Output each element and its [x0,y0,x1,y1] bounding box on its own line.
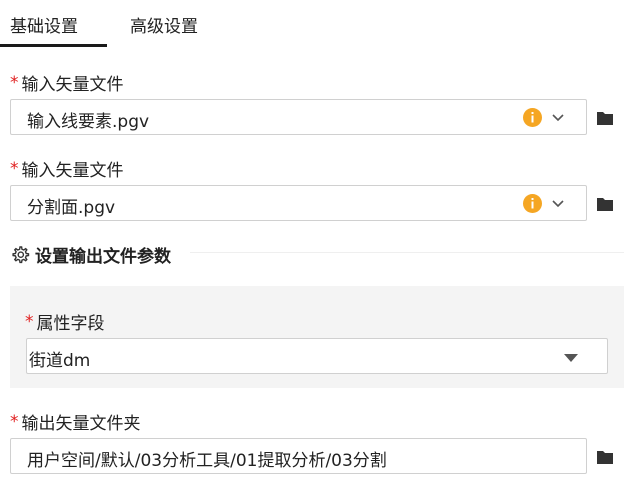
section-divider [190,252,624,253]
input-vector-1-label-text: 输入矢量文件 [21,75,124,95]
required-marker: * [10,411,19,432]
attribute-field-label-text: 属性字段 [36,314,105,334]
output-folder-input[interactable]: 用户空间/默认/03分析工具/01提取分析/03分割 [10,438,587,474]
tab-basic-settings[interactable]: 基础设置 [10,12,78,37]
input-vector-2-value: 分割面.pgv [27,198,116,218]
required-marker: * [25,311,34,332]
folder-icon[interactable] [596,110,614,126]
caret-down-icon[interactable] [564,354,578,362]
attribute-field-label: * 属性字段 [25,309,105,335]
folder-icon[interactable] [596,196,614,212]
folder-icon[interactable] [596,449,614,465]
tab-advanced-settings[interactable]: 高级设置 [130,12,198,37]
output-folder-value: 用户空间/默认/03分析工具/01提取分析/03分割 [27,451,387,471]
active-tab-indicator [0,44,107,47]
tab-bar: 基础设置 高级设置 [0,0,624,48]
section-output-params: 设置输出文件参数 [10,242,171,267]
chevron-down-icon[interactable] [551,111,565,125]
section-title-text: 设置输出文件参数 [35,247,171,267]
info-icon[interactable] [523,194,542,213]
input-vector-1-select[interactable]: 输入线要素.pgv [10,99,587,135]
input-vector-2-label-text: 输入矢量文件 [21,161,124,181]
input-vector-2-select[interactable]: 分割面.pgv [10,185,587,221]
input-vector-2-label: * 输入矢量文件 [10,156,124,182]
input-vector-1-value: 输入线要素.pgv [27,112,150,132]
required-marker: * [10,72,19,93]
chevron-down-icon[interactable] [551,197,565,211]
info-icon[interactable] [523,108,542,127]
attribute-field-select[interactable]: 街道dm [26,338,608,374]
attribute-field-value: 街道dm [29,351,91,371]
gear-icon [12,245,30,263]
output-folder-label: * 输出矢量文件夹 [10,409,141,435]
input-vector-1-label: * 输入矢量文件 [10,70,124,96]
output-folder-label-text: 输出矢量文件夹 [21,414,141,434]
required-marker: * [10,158,19,179]
